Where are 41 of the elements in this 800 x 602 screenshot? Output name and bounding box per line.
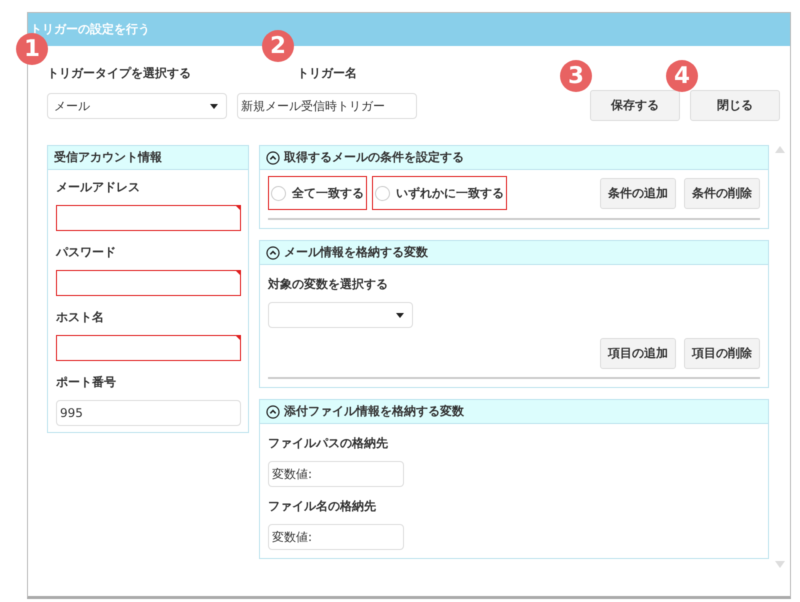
trigger-name-field[interactable]: 新規メール受信時トリガー — [237, 93, 417, 119]
text-field[interactable] — [56, 270, 241, 296]
field-label: トリガータイプを選択する — [47, 66, 192, 81]
text-field[interactable]: 変数値: — [268, 524, 404, 550]
field-label: 対象の変数を選択する — [268, 277, 389, 292]
panel-header: 受信アカウント情報 — [48, 146, 248, 170]
step-number-badge: 2 — [262, 30, 294, 62]
dropdown-caret-icon — [396, 312, 404, 318]
text-field[interactable] — [56, 335, 241, 361]
text-field[interactable]: 995 — [56, 400, 241, 426]
field-label: パスワード — [56, 245, 117, 260]
section-header[interactable]: 添付ファイル情報を格納する変数 — [260, 400, 768, 424]
action-button[interactable]: 項目の追加 — [600, 338, 676, 369]
dropdown-caret-icon — [210, 104, 218, 108]
field-label: ポート番号 — [56, 375, 117, 390]
step-number-badge: 1 — [16, 33, 48, 65]
field-label: ホスト名 — [56, 310, 105, 325]
required-marker-icon — [235, 205, 241, 211]
radio-option[interactable]: 全て一致する — [268, 176, 367, 210]
step-number-badge: 3 — [560, 60, 592, 92]
section-header[interactable]: メール情報を格納する変数 — [260, 241, 768, 265]
field-label: メールアドレス — [56, 180, 141, 195]
close-button[interactable]: 閉じる — [690, 90, 780, 121]
collapse-icon[interactable] — [266, 404, 280, 418]
collapse-icon[interactable] — [266, 150, 280, 164]
action-button[interactable]: 条件の追加 — [600, 178, 676, 208]
action-button[interactable]: 条件の削除 — [684, 178, 760, 208]
section-header[interactable]: 取得するメールの条件を設定する — [260, 146, 768, 170]
action-button[interactable]: 項目の削除 — [684, 338, 760, 369]
text-field[interactable] — [56, 205, 241, 231]
collapse-icon[interactable] — [266, 246, 280, 260]
field-label: トリガー名 — [296, 66, 358, 81]
required-marker-icon — [235, 335, 241, 341]
required-marker-icon — [235, 270, 241, 276]
field-label: ファイル名の格納先 — [268, 499, 377, 514]
step-number-badge: 4 — [666, 60, 698, 92]
field-label: ファイルパスの格納先 — [268, 436, 389, 451]
radio-option[interactable]: いずれかに一致する — [372, 176, 507, 210]
trigger-type-select[interactable]: メール — [47, 93, 227, 119]
text-field[interactable]: 変数値: — [268, 461, 404, 487]
save-button[interactable]: 保存する — [590, 90, 680, 121]
